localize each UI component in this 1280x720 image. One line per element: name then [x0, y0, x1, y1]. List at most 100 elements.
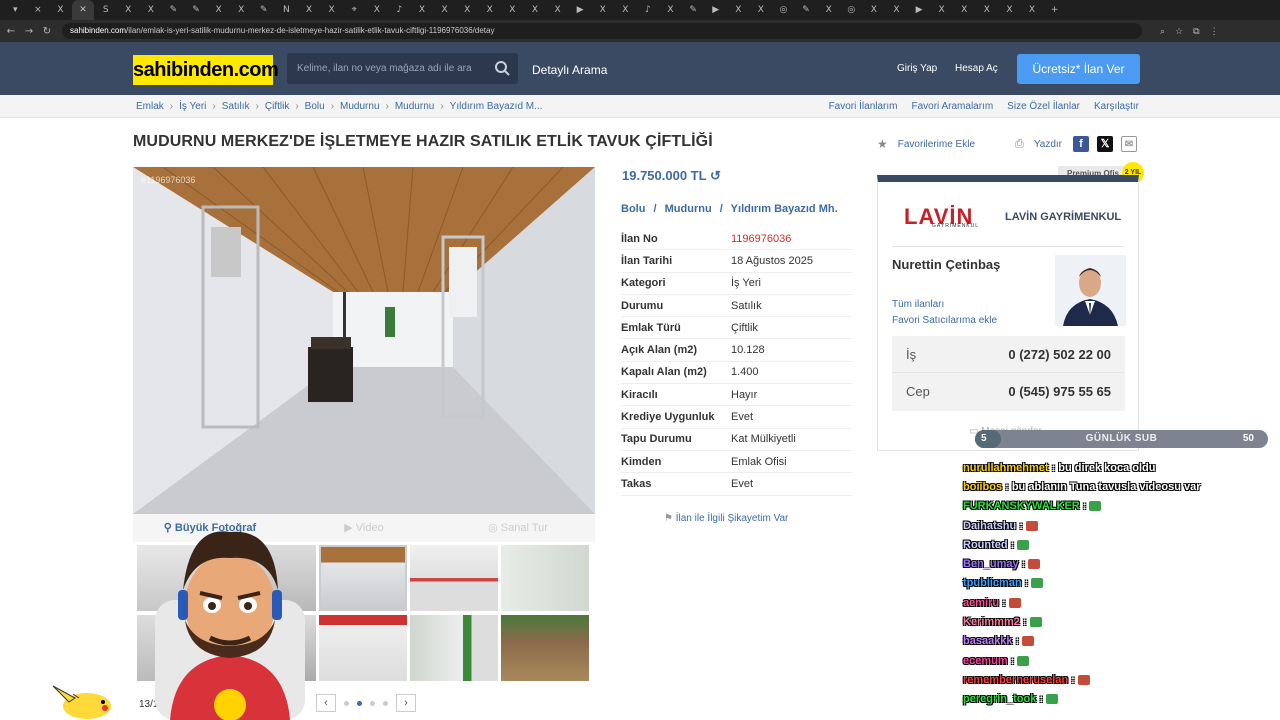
price-history-icon[interactable]: ↺: [710, 168, 721, 183]
thumbnail[interactable]: [410, 545, 498, 611]
bookmark-star-icon[interactable]: ☆: [1175, 26, 1183, 37]
browser-tab[interactable]: X: [591, 0, 614, 20]
breadcrumb-item[interactable]: İş Yeri: [179, 101, 206, 112]
browser-tab[interactable]: ✎: [253, 0, 276, 20]
browser-tab[interactable]: ✕: [71, 0, 95, 20]
browser-tab[interactable]: ◎: [840, 0, 863, 20]
browser-tab[interactable]: X: [140, 0, 163, 20]
browser-tab[interactable]: X: [320, 0, 343, 20]
browser-tab[interactable]: X: [659, 0, 682, 20]
page-dot-active[interactable]: [357, 700, 362, 706]
register-link[interactable]: Hesap Aç: [955, 63, 998, 74]
browser-tab[interactable]: X: [727, 0, 750, 20]
browser-tab[interactable]: X: [298, 0, 321, 20]
breadcrumb-item[interactable]: Mudurnu: [340, 101, 379, 112]
quick-link[interactable]: Favori İlanlarım: [829, 101, 898, 112]
print-link[interactable]: Yazdır: [1034, 139, 1062, 150]
browser-tab[interactable]: X: [1021, 0, 1044, 20]
browser-tab[interactable]: +: [1043, 0, 1066, 20]
prev-page-button[interactable]: ‹: [316, 694, 336, 712]
browser-tab[interactable]: X: [976, 0, 999, 20]
browser-tab[interactable]: ▾: [4, 0, 27, 20]
post-ad-button[interactable]: Ücretsiz* İlan Ver: [1017, 54, 1140, 84]
printer-icon[interactable]: ⎙: [1015, 138, 1024, 151]
url-field[interactable]: sahibinden.com/ilan/emlak-is-yeri-satili…: [62, 23, 1142, 39]
star-icon[interactable]: ★: [877, 137, 888, 151]
breadcrumb-item[interactable]: Emlak: [136, 101, 164, 112]
browser-tab[interactable]: X: [524, 0, 547, 20]
search-input[interactable]: [287, 53, 477, 84]
quick-link[interactable]: Karşılaştır: [1094, 101, 1139, 112]
browser-tab[interactable]: X: [207, 0, 230, 20]
quick-link[interactable]: Favori Aramalarım: [911, 101, 993, 112]
page-dot[interactable]: [383, 700, 388, 706]
menu-icon[interactable]: ⋮: [1210, 26, 1219, 37]
advanced-search-link[interactable]: Detaylı Arama: [532, 63, 607, 77]
sahibinden-logo[interactable]: sahibinden.com: [133, 55, 279, 85]
browser-tab[interactable]: ♪: [388, 0, 411, 20]
browser-tab[interactable]: X: [49, 0, 72, 20]
browser-tab[interactable]: ⨯: [27, 0, 50, 20]
breadcrumb-item[interactable]: Bolu: [305, 101, 325, 112]
breadcrumb-item[interactable]: Satılık: [222, 101, 250, 112]
browser-tab[interactable]: X: [885, 0, 908, 20]
agency-name[interactable]: LAVİN GAYRİMENKUL: [1005, 211, 1121, 223]
location-neighborhood[interactable]: Yıldırım Bayazıd Mh.: [731, 203, 838, 215]
facebook-icon[interactable]: f: [1073, 136, 1089, 152]
favorite-seller-link[interactable]: Favori Satıcılarıma ekle: [892, 315, 997, 326]
complaint-link[interactable]: ⚑ İlan ile İlgili Şikayetim Var: [664, 513, 788, 524]
add-favorite-link[interactable]: Favorilerime Ekle: [898, 139, 975, 150]
browser-tab[interactable]: ✎: [162, 0, 185, 20]
tab-virtual-tour[interactable]: ◎ Sanal Tur: [441, 514, 595, 542]
browser-tab[interactable]: ✎: [795, 0, 818, 20]
browser-tab[interactable]: S: [94, 0, 117, 20]
back-icon[interactable]: ←: [4, 26, 18, 37]
browser-tab[interactable]: ▶: [704, 0, 727, 20]
browser-tab[interactable]: X: [501, 0, 524, 20]
browser-tab[interactable]: ⌖: [343, 0, 366, 20]
browser-tab[interactable]: X: [614, 0, 637, 20]
mail-icon[interactable]: ✉: [1121, 136, 1137, 152]
browser-tab[interactable]: N: [275, 0, 298, 20]
thumbnail-selected[interactable]: [319, 545, 407, 611]
phone-row-work[interactable]: İş 0 (272) 502 22 00: [892, 336, 1125, 373]
thumbnail[interactable]: [501, 615, 589, 681]
x-twitter-icon[interactable]: 𝕏: [1097, 136, 1113, 152]
browser-tab[interactable]: ▶: [569, 0, 592, 20]
thumbnail[interactable]: [501, 545, 589, 611]
browser-tab[interactable]: ◎: [772, 0, 795, 20]
browser-tab[interactable]: ▶: [908, 0, 931, 20]
thumbnail[interactable]: [410, 615, 498, 681]
breadcrumb-item[interactable]: Yıldırım Bayazıd M...: [450, 101, 543, 112]
all-listings-link[interactable]: Tüm ilanları: [892, 299, 944, 310]
quick-link[interactable]: Size Özel İlanlar: [1007, 101, 1080, 112]
location-district[interactable]: Mudurnu: [665, 203, 712, 215]
page-dot[interactable]: [344, 700, 349, 706]
zoom-icon[interactable]: ⌕: [1160, 26, 1165, 37]
search-icon[interactable]: [494, 60, 510, 76]
browser-tab[interactable]: X: [411, 0, 434, 20]
browser-tab[interactable]: X: [366, 0, 389, 20]
next-page-button[interactable]: ›: [396, 694, 416, 712]
thumbnail[interactable]: [319, 615, 407, 681]
browser-tab[interactable]: X: [456, 0, 479, 20]
breadcrumb-item[interactable]: Çiftlik: [265, 101, 289, 112]
browser-tab[interactable]: ✎: [185, 0, 208, 20]
main-photo[interactable]: #1196976036: [133, 167, 595, 514]
browser-tab[interactable]: X: [863, 0, 886, 20]
browser-tab[interactable]: X: [930, 0, 953, 20]
browser-tab[interactable]: X: [998, 0, 1021, 20]
breadcrumb-item[interactable]: Mudurnu: [395, 101, 434, 112]
reload-icon[interactable]: ↻: [40, 26, 54, 37]
browser-tab[interactable]: ♪: [637, 0, 660, 20]
browser-tab[interactable]: X: [117, 0, 140, 20]
browser-tab[interactable]: X: [546, 0, 569, 20]
forward-icon[interactable]: →: [22, 26, 36, 37]
browser-tab[interactable]: X: [478, 0, 501, 20]
extensions-icon[interactable]: ⧉: [1193, 26, 1199, 37]
login-link[interactable]: Giriş Yap: [897, 63, 937, 74]
location-city[interactable]: Bolu: [621, 203, 645, 215]
browser-tab[interactable]: X: [750, 0, 773, 20]
browser-tab[interactable]: X: [817, 0, 840, 20]
phone-row-mobile[interactable]: Cep 0 (545) 975 55 65: [892, 373, 1125, 410]
